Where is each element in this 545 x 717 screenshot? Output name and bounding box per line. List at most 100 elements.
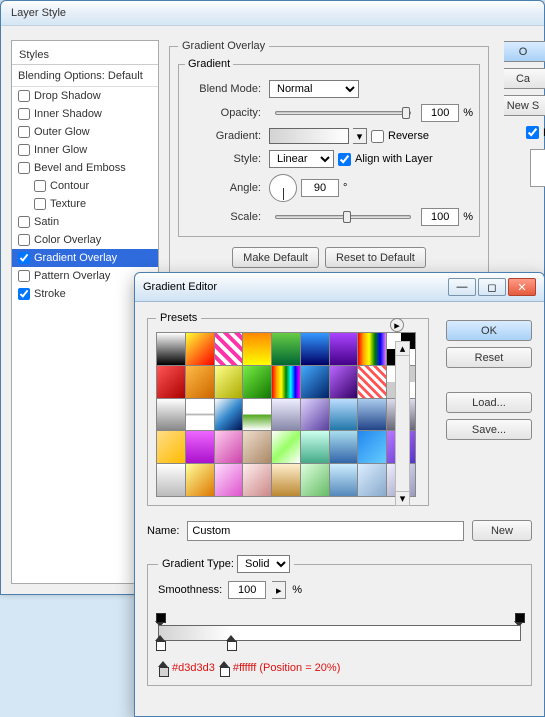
preset-swatch[interactable] <box>215 464 243 496</box>
style-check[interactable] <box>34 198 46 210</box>
preset-swatch[interactable] <box>243 333 271 365</box>
smooth-stepper[interactable]: ▸ <box>272 581 286 599</box>
preset-swatch[interactable] <box>186 464 214 496</box>
preset-swatch[interactable] <box>157 431 185 463</box>
preset-swatch[interactable] <box>186 366 214 398</box>
style-item-drop-shadow[interactable]: Drop Shadow <box>12 87 158 105</box>
preview-check[interactable] <box>526 126 539 139</box>
reset-default-button[interactable]: Reset to Default <box>325 247 426 268</box>
preset-swatch[interactable] <box>301 464 329 496</box>
preset-swatch[interactable] <box>243 431 271 463</box>
preset-swatch[interactable] <box>186 399 214 431</box>
style-select[interactable]: Linear <box>269 150 334 168</box>
preset-swatch[interactable] <box>243 399 271 431</box>
name-input[interactable] <box>187 521 464 541</box>
preset-swatch[interactable] <box>272 333 300 365</box>
opacity-value[interactable]: 100 <box>421 104 459 122</box>
style-check[interactable] <box>18 288 30 300</box>
style-check[interactable] <box>18 108 30 120</box>
blending-options[interactable]: Blending Options: Default <box>12 67 158 87</box>
new-button[interactable]: New <box>472 520 532 541</box>
scale-value[interactable]: 100 <box>421 208 459 226</box>
preset-swatch[interactable] <box>157 464 185 496</box>
reverse-check[interactable] <box>371 130 384 143</box>
color-stop-1[interactable] <box>155 635 165 649</box>
preset-swatch[interactable] <box>157 366 185 398</box>
preset-swatch[interactable] <box>272 464 300 496</box>
preset-swatch[interactable] <box>186 431 214 463</box>
style-check[interactable] <box>18 90 30 102</box>
preset-swatch[interactable] <box>358 366 386 398</box>
preset-swatch[interactable] <box>186 333 214 365</box>
ge-reset-button[interactable]: Reset <box>446 347 532 368</box>
style-item-color-overlay[interactable]: Color Overlay <box>12 231 158 249</box>
styles-header[interactable]: Styles <box>12 46 158 65</box>
blend-mode-select[interactable]: Normal <box>269 80 359 98</box>
angle-dial[interactable] <box>269 174 297 202</box>
scroll-up-icon[interactable]: ▴ <box>396 342 409 356</box>
style-item-outer-glow[interactable]: Outer Glow <box>12 123 158 141</box>
style-item-texture[interactable]: Texture <box>12 195 158 213</box>
preset-swatch[interactable] <box>330 464 358 496</box>
preset-swatch[interactable] <box>215 366 243 398</box>
make-default-button[interactable]: Make Default <box>232 247 319 268</box>
preset-swatch[interactable] <box>157 333 185 365</box>
style-check[interactable] <box>18 162 30 174</box>
preset-swatch[interactable] <box>330 333 358 365</box>
ge-save-button[interactable]: Save... <box>446 419 532 440</box>
minimize-icon[interactable]: — <box>448 278 476 296</box>
style-item-inner-shadow[interactable]: Inner Shadow <box>12 105 158 123</box>
style-item-contour[interactable]: Contour <box>12 177 158 195</box>
style-check[interactable] <box>18 216 30 228</box>
window-title[interactable]: Layer Style <box>1 1 544 26</box>
new-style-button[interactable]: New S <box>504 95 545 116</box>
ge-ok-button[interactable]: OK <box>446 320 532 341</box>
preset-swatch[interactable] <box>358 333 386 365</box>
preset-swatch[interactable] <box>358 464 386 496</box>
presets-menu-icon[interactable]: ▸ <box>390 318 404 332</box>
gtype-select[interactable]: Solid <box>237 555 290 573</box>
color-stop-2[interactable] <box>226 635 236 649</box>
scale-slider[interactable] <box>275 215 411 219</box>
preset-swatch[interactable] <box>243 366 271 398</box>
preset-swatch[interactable] <box>157 399 185 431</box>
ge-load-button[interactable]: Load... <box>446 392 532 413</box>
style-check[interactable] <box>18 234 30 246</box>
opacity-slider[interactable] <box>275 111 411 115</box>
scroll-down-icon[interactable]: ▾ <box>396 491 409 505</box>
cancel-button[interactable]: Ca <box>504 68 545 89</box>
gradient-bar[interactable] <box>158 625 521 641</box>
preset-swatch[interactable] <box>330 366 358 398</box>
preset-swatch[interactable] <box>215 333 243 365</box>
angle-value[interactable]: 90 <box>301 179 339 197</box>
close-icon[interactable]: ✕ <box>508 278 536 296</box>
preset-swatch[interactable] <box>330 399 358 431</box>
preset-swatch[interactable] <box>330 431 358 463</box>
gradient-dropdown[interactable]: ▾ <box>353 128 367 144</box>
smooth-value[interactable]: 100 <box>228 581 266 599</box>
style-check[interactable] <box>18 252 30 264</box>
style-item-inner-glow[interactable]: Inner Glow <box>12 141 158 159</box>
style-check[interactable] <box>18 144 30 156</box>
preset-swatch[interactable] <box>358 431 386 463</box>
preset-swatch[interactable] <box>358 399 386 431</box>
preset-swatch[interactable] <box>301 366 329 398</box>
style-item-bevel-and-emboss[interactable]: Bevel and Emboss <box>12 159 158 177</box>
style-check[interactable] <box>34 180 46 192</box>
preset-swatch[interactable] <box>243 464 271 496</box>
preset-swatch[interactable] <box>272 399 300 431</box>
ok-button[interactable]: O <box>504 41 545 62</box>
preset-swatch[interactable] <box>215 399 243 431</box>
style-item-satin[interactable]: Satin <box>12 213 158 231</box>
preset-swatch[interactable] <box>272 431 300 463</box>
preset-swatch[interactable] <box>272 366 300 398</box>
style-check[interactable] <box>18 126 30 138</box>
style-item-gradient-overlay[interactable]: Gradient Overlay <box>12 249 158 267</box>
preset-swatch[interactable] <box>215 431 243 463</box>
gradient-swatch[interactable] <box>269 128 349 144</box>
style-check[interactable] <box>18 270 30 282</box>
preset-swatch[interactable] <box>301 399 329 431</box>
presets-scrollbar[interactable]: ▴ ▾ <box>395 341 410 506</box>
preset-swatch[interactable] <box>301 333 329 365</box>
align-check[interactable] <box>338 153 351 166</box>
